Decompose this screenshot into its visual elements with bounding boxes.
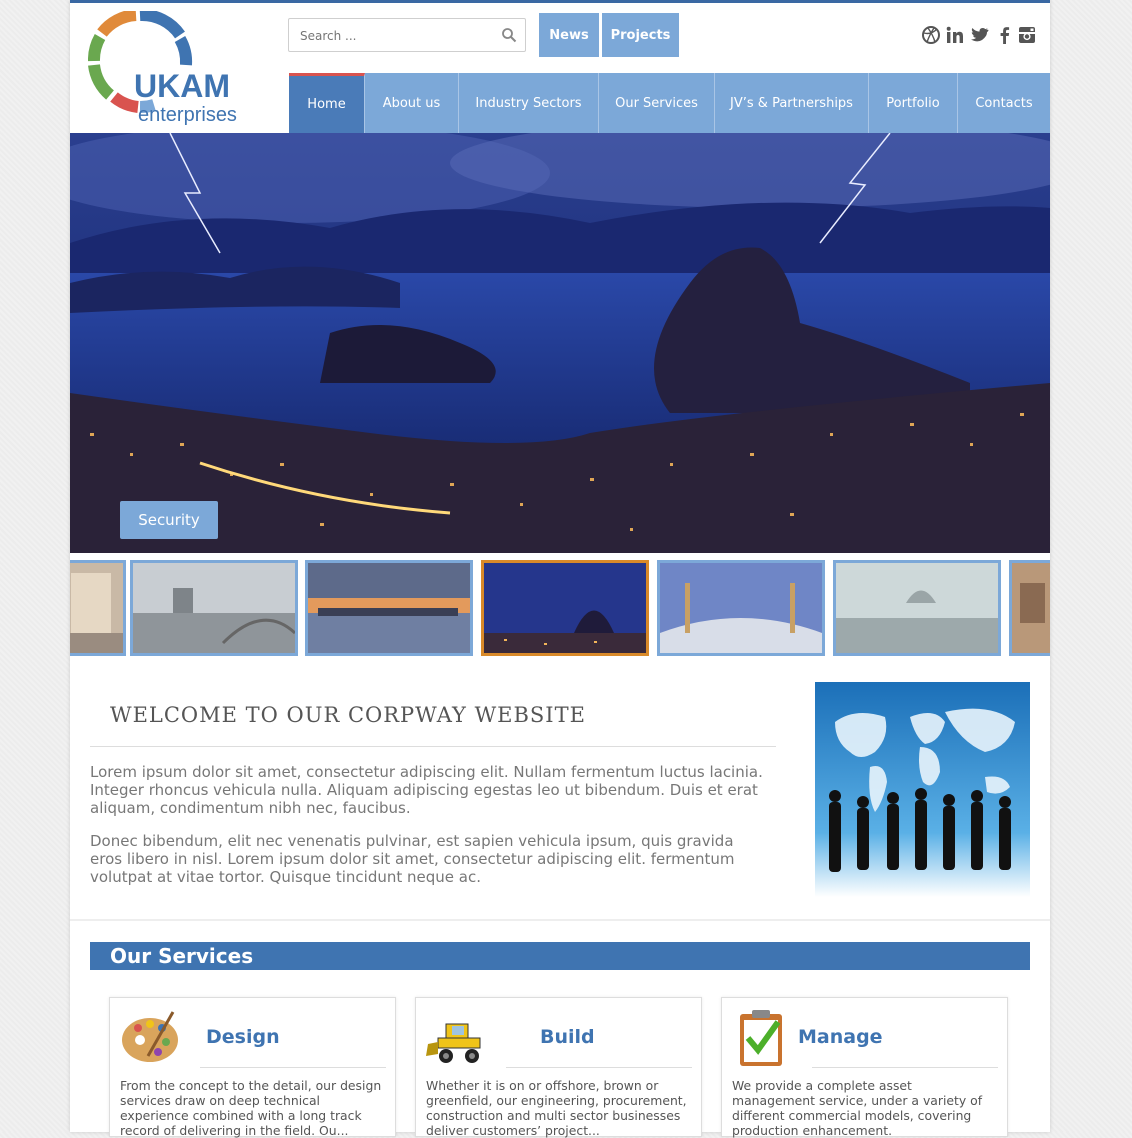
palette-icon <box>122 1011 178 1062</box>
page-container: UKAM enterprises News Projects Home Abou… <box>70 0 1050 1138</box>
divider <box>90 746 776 747</box>
instagram-icon[interactable] <box>1017 25 1037 45</box>
divider <box>200 1067 386 1068</box>
thumbnail-sunset-river[interactable] <box>305 560 473 656</box>
hero-image <box>70 133 1050 553</box>
nav-item-jvs-partnerships[interactable]: JV’s & Partnerships <box>715 73 869 133</box>
divider <box>506 1067 692 1068</box>
service-card-build[interactable]: Build Whether it is on or offshore, brow… <box>415 997 702 1138</box>
main-nav: Home About us Industry Sectors Our Servi… <box>289 73 1050 133</box>
nav-item-contacts[interactable]: Contacts <box>958 73 1050 133</box>
nav-item-about-us[interactable]: About us <box>365 73 459 133</box>
service-title-design[interactable]: Design <box>206 1026 280 1048</box>
dribbble-icon[interactable] <box>921 25 941 45</box>
nav-item-industry-sectors[interactable]: Industry Sectors <box>459 73 599 133</box>
search-box[interactable] <box>288 18 526 52</box>
projects-button[interactable]: Projects <box>602 13 679 57</box>
hero-caption[interactable]: Security <box>120 501 218 539</box>
thumbnail-foggy-dome[interactable] <box>833 560 1001 656</box>
linkedin-icon[interactable] <box>945 25 965 45</box>
service-text-design: From the concept to the detail, our desi… <box>120 1078 382 1138</box>
nav-item-home[interactable]: Home <box>289 73 365 133</box>
hero-slider[interactable]: Security <box>70 133 1050 553</box>
divider <box>812 1067 998 1068</box>
welcome-paragraph-2: Donec bibendum, elit nec venenatis pulvi… <box>90 832 735 886</box>
twitter-icon[interactable] <box>969 25 989 45</box>
search-input[interactable] <box>298 20 502 52</box>
section-divider <box>70 919 1050 921</box>
thumbnail-bridge-lamps[interactable] <box>657 560 825 656</box>
site-logo[interactable]: UKAM enterprises <box>88 8 248 131</box>
search-icon[interactable] <box>501 27 517 43</box>
service-text-build: Whether it is on or offshore, brown or g… <box>426 1078 687 1138</box>
services-heading: Our Services <box>90 942 1030 970</box>
clipboard-check-icon <box>740 1010 782 1066</box>
business-world-image <box>815 682 1030 897</box>
logo-name: UKAM <box>134 68 230 104</box>
thumbnail-rio-night[interactable] <box>481 560 649 656</box>
welcome-paragraph-1: Lorem ipsum dolor sit amet, consectetur … <box>90 763 763 817</box>
service-title-manage[interactable]: Manage <box>798 1026 883 1048</box>
service-card-design[interactable]: Design From the concept to the detail, o… <box>109 997 396 1138</box>
thumbnail-bridge-city[interactable] <box>130 560 298 656</box>
thumbnail-street[interactable] <box>70 560 126 656</box>
nav-item-our-services[interactable]: Our Services <box>599 73 715 133</box>
nav-item-portfolio[interactable]: Portfolio <box>869 73 958 133</box>
service-card-manage[interactable]: Manage We provide a complete asset manag… <box>721 997 1008 1138</box>
service-title-build[interactable]: Build <box>540 1026 595 1048</box>
bulldozer-icon <box>426 1023 481 1063</box>
logo-tagline: enterprises <box>138 104 237 126</box>
welcome-title: WELCOME TO OUR CORPWAY WEBSITE <box>110 703 586 727</box>
thumbnail-building[interactable] <box>1009 560 1050 656</box>
news-button[interactable]: News <box>539 13 599 57</box>
facebook-icon[interactable] <box>995 25 1015 45</box>
service-text-manage: We provide a complete asset management s… <box>732 1078 983 1138</box>
thumbnail-strip <box>70 556 1050 661</box>
